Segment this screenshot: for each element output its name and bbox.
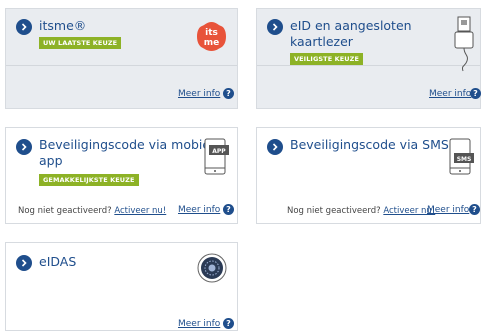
card-divider (257, 65, 480, 66)
card-title-line2[interactable]: kaartlezer (290, 34, 353, 50)
question-icon[interactable]: ? (223, 204, 234, 215)
meer-info-link[interactable]: Meer info (429, 89, 471, 99)
device-label: SMS (457, 156, 472, 163)
question-icon[interactable]: ? (223, 318, 234, 329)
eidas-seal-icon (197, 253, 227, 283)
meer-info-link[interactable]: Meer info (427, 205, 469, 215)
card-title[interactable]: eIDAS (39, 254, 76, 270)
itsme-logo-text-bottom: me (204, 38, 219, 48)
card-reader-icon (453, 15, 477, 73)
chevron-right-icon[interactable] (16, 139, 32, 155)
phone-app-icon: APP (202, 138, 230, 176)
chevron-right-icon[interactable] (16, 19, 32, 35)
card-title-line1[interactable]: Beveiligingscode via mobiele (39, 137, 221, 153)
card-title[interactable]: itsme® (39, 18, 86, 34)
card-title-line2[interactable]: app (39, 153, 63, 169)
card-title[interactable]: Beveiligingscode via SMS (290, 137, 449, 153)
card-mobile-app[interactable]: Beveiligingscode via mobiele app GEMAKKE… (5, 127, 238, 224)
badge-last-choice: UW LAATSTE KEUZE (39, 37, 122, 49)
meer-info-link[interactable]: Meer info (178, 319, 220, 329)
question-icon[interactable]: ? (469, 204, 480, 215)
itsme-logo-icon: its me (196, 21, 227, 52)
card-sms[interactable]: Beveiligingscode via SMS SMS Nog niet ge… (256, 127, 481, 224)
question-icon[interactable]: ? (223, 88, 234, 99)
chevron-right-icon[interactable] (267, 139, 283, 155)
not-activated-text: Nog niet geactiveerd? Activeer nu! (287, 206, 435, 216)
card-title-line1[interactable]: eID en aangesloten (290, 18, 412, 34)
activate-now-link[interactable]: Activeer nu! (114, 206, 166, 216)
meer-info-link[interactable]: Meer info (178, 89, 220, 99)
card-itsme[interactable]: itsme® UW LAATSTE KEUZE its me Meer info… (5, 8, 238, 109)
meer-info-link[interactable]: Meer info (178, 205, 220, 215)
not-activated-label: Nog niet geactiveerd? (18, 206, 112, 216)
chevron-right-icon[interactable] (267, 19, 283, 35)
card-eidas[interactable]: eIDAS Meer info ? (5, 242, 238, 331)
card-divider (6, 65, 237, 66)
device-label: APP (212, 148, 226, 155)
badge-easiest-choice: GEMAKKELIJKSTE KEUZE (39, 174, 139, 186)
itsme-logo-text-top: its (205, 28, 218, 38)
card-eid[interactable]: eID en aangesloten kaartlezer VEILIGSTE … (256, 8, 481, 109)
not-activated-text: Nog niet geactiveerd? Activeer nu! (18, 206, 166, 216)
chevron-right-icon[interactable] (16, 255, 32, 271)
not-activated-label: Nog niet geactiveerd? (287, 206, 381, 216)
question-icon[interactable]: ? (470, 88, 481, 99)
phone-sms-icon: SMS (447, 138, 475, 176)
badge-safest-choice: VEILIGSTE KEUZE (290, 53, 364, 65)
